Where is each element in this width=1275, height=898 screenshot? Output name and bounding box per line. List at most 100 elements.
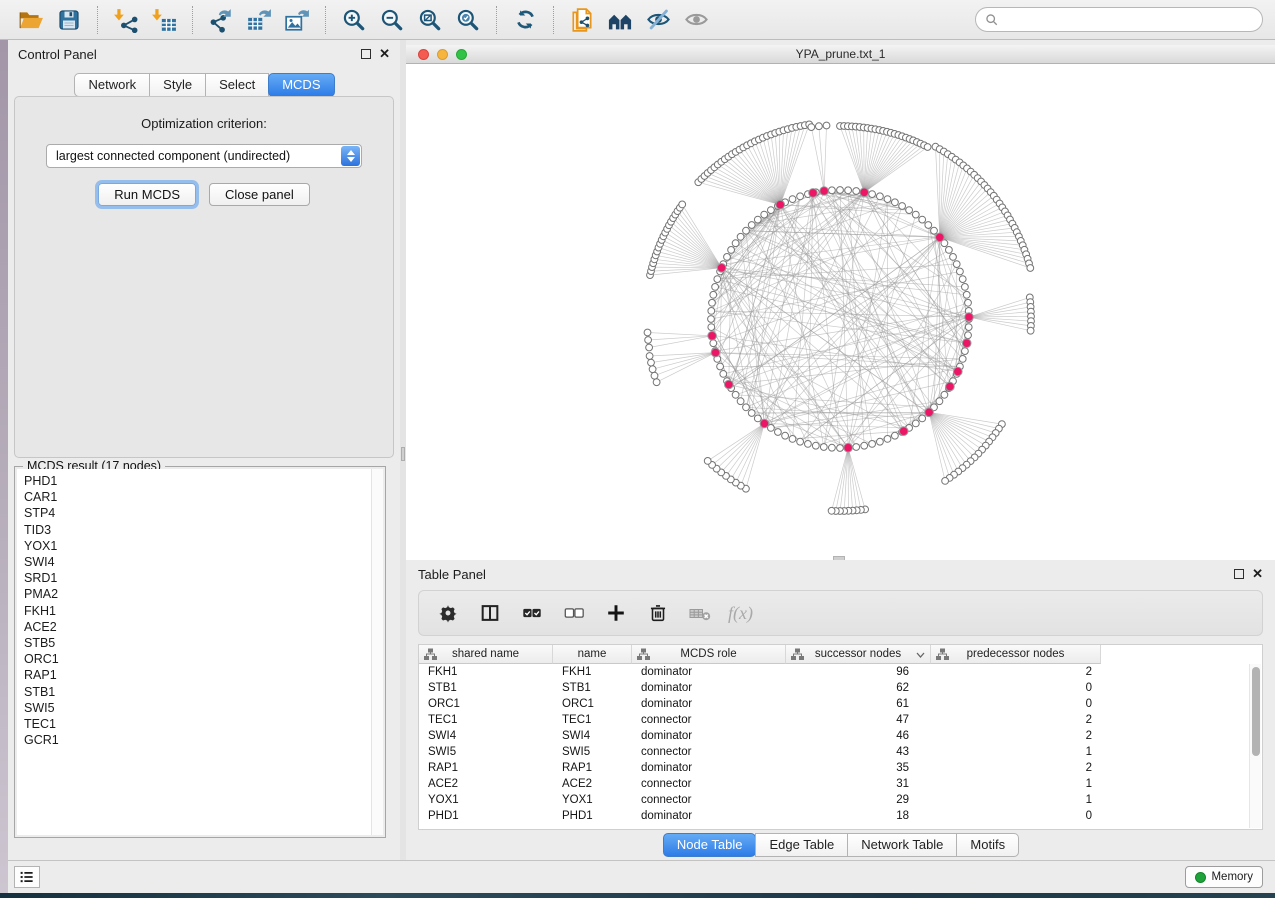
optimization-criterion-select[interactable]: largest connected component (undirected) [46, 144, 362, 168]
mcds-result-item[interactable]: FKH1 [24, 603, 383, 619]
vertical-splitter-handle[interactable] [401, 447, 405, 461]
table-toolbar: f(x) [418, 590, 1263, 636]
table-row[interactable]: PHD1PHD1dominator180 [419, 808, 1249, 824]
save-session-icon[interactable] [53, 4, 85, 36]
table-row[interactable]: ORC1ORC1dominator610 [419, 696, 1249, 712]
sort-arrow-icon[interactable] [916, 649, 925, 661]
table-cell: 46 [786, 730, 931, 742]
mcds-result-item[interactable]: SWI5 [24, 700, 383, 716]
delete-table-icon[interactable] [686, 599, 714, 627]
close-table-panel-icon[interactable]: ✕ [1252, 569, 1263, 579]
column-header-label: name [578, 648, 607, 660]
close-panel-button[interactable]: Close panel [209, 183, 310, 206]
column-header[interactable]: successor nodes [786, 645, 931, 664]
attribute-tree-icon [936, 648, 949, 664]
table-cell: YOX1 [553, 794, 632, 806]
table-cell: 61 [786, 698, 931, 710]
mcds-result-item[interactable]: SRD1 [24, 570, 383, 586]
column-header[interactable]: predecessor nodes [931, 645, 1101, 664]
tab-network-table[interactable]: Network Table [847, 833, 957, 857]
mcds-result-item[interactable]: STB1 [24, 684, 383, 700]
column-header[interactable]: shared name [419, 645, 553, 664]
mcds-result-item[interactable]: ACE2 [24, 619, 383, 635]
import-table-icon[interactable] [148, 4, 180, 36]
delete-column-icon[interactable] [644, 599, 672, 627]
search-icon [985, 13, 999, 27]
table-cell: PHD1 [553, 810, 632, 822]
tab-mcds[interactable]: MCDS [268, 73, 334, 97]
tab-node-table[interactable]: Node Table [663, 833, 757, 857]
mcds-result-item[interactable]: ORC1 [24, 651, 383, 667]
table-row[interactable]: FKH1FKH1dominator962 [419, 664, 1249, 680]
add-column-icon[interactable] [602, 599, 630, 627]
export-image-icon[interactable] [281, 4, 313, 36]
mcds-result-item[interactable]: STP4 [24, 505, 383, 521]
mcds-result-item[interactable]: RAP1 [24, 667, 383, 683]
float-panel-icon[interactable] [361, 49, 371, 59]
mcds-result-item[interactable]: TID3 [24, 522, 383, 538]
first-neighbors-icon[interactable] [604, 4, 636, 36]
toolbar-separator [325, 6, 326, 34]
table-panel-title: Table Panel [418, 567, 486, 582]
open-file-icon[interactable] [15, 4, 47, 36]
export-table-icon[interactable] [243, 4, 275, 36]
column-header[interactable]: name [553, 645, 632, 664]
mcds-result-item[interactable]: TEC1 [24, 716, 383, 732]
mcds-result-item[interactable]: PHD1 [24, 473, 383, 489]
table-cell: RAP1 [419, 762, 553, 774]
table-cell: dominator [632, 730, 786, 742]
mcds-result-item[interactable]: PMA2 [24, 586, 383, 602]
memory-button[interactable]: Memory [1185, 866, 1263, 888]
zoom-out-icon[interactable] [376, 4, 408, 36]
mcds-result-item[interactable]: STB5 [24, 635, 383, 651]
table-row[interactable]: YOX1YOX1connector291 [419, 792, 1249, 808]
tab-style[interactable]: Style [149, 73, 206, 97]
zoom-in-icon[interactable] [338, 4, 370, 36]
table-scrollbar[interactable] [1249, 664, 1261, 828]
table-scrollbar-thumb[interactable] [1252, 667, 1260, 756]
mcds-result-item[interactable]: GCR1 [24, 732, 383, 748]
search-input[interactable] [999, 13, 1253, 27]
tab-select[interactable]: Select [205, 73, 269, 97]
tab-network[interactable]: Network [74, 73, 150, 97]
gear-icon[interactable] [434, 599, 462, 627]
clone-network-icon[interactable] [566, 4, 598, 36]
table-panel-tabs: Node TableEdge TableNetwork TableMotifs [406, 833, 1275, 857]
table-row[interactable]: RAP1RAP1dominator352 [419, 760, 1249, 776]
float-table-panel-icon[interactable] [1234, 569, 1244, 579]
mcds-result-item[interactable]: CAR1 [24, 489, 383, 505]
search-box[interactable] [975, 7, 1263, 32]
table-row[interactable]: SWI4SWI4dominator462 [419, 728, 1249, 744]
zoom-fit-icon[interactable] [414, 4, 446, 36]
task-history-button[interactable] [14, 866, 40, 888]
table-row[interactable]: TEC1TEC1connector472 [419, 712, 1249, 728]
mcds-result-item[interactable]: YOX1 [24, 538, 383, 554]
run-mcds-button[interactable]: Run MCDS [98, 183, 196, 206]
close-panel-icon[interactable]: ✕ [379, 49, 390, 59]
split-columns-icon[interactable] [476, 599, 504, 627]
select-all-icon[interactable] [518, 599, 546, 627]
import-network-icon[interactable] [110, 4, 142, 36]
tab-edge-table[interactable]: Edge Table [755, 833, 848, 857]
table-panel: Table Panel ✕ f(x) shared namenameMCDS [406, 560, 1275, 860]
deselect-all-icon[interactable] [560, 599, 588, 627]
zoom-selected-icon[interactable] [452, 4, 484, 36]
hide-selected-icon[interactable] [642, 4, 674, 36]
function-builder-icon[interactable]: f(x) [728, 603, 753, 624]
mcds-result-scrollbar[interactable] [371, 469, 383, 835]
table-cell: 0 [931, 810, 1101, 822]
show-all-icon[interactable] [680, 4, 712, 36]
export-network-icon[interactable] [205, 4, 237, 36]
attribute-tree-icon [791, 648, 804, 664]
table-row[interactable]: STB1STB1dominator620 [419, 680, 1249, 696]
optimization-criterion-label: Optimization criterion: [15, 116, 393, 131]
table-row[interactable]: SWI5SWI5connector431 [419, 744, 1249, 760]
mcds-result-item[interactable]: SWI4 [24, 554, 383, 570]
list-icon [18, 868, 36, 886]
table-row[interactable]: ACE2ACE2connector311 [419, 776, 1249, 792]
column-header[interactable]: MCDS role [632, 645, 786, 664]
tab-motifs[interactable]: Motifs [956, 833, 1019, 857]
column-header-label: MCDS role [680, 648, 736, 660]
refresh-icon[interactable] [509, 4, 541, 36]
network-canvas[interactable] [406, 64, 1275, 560]
